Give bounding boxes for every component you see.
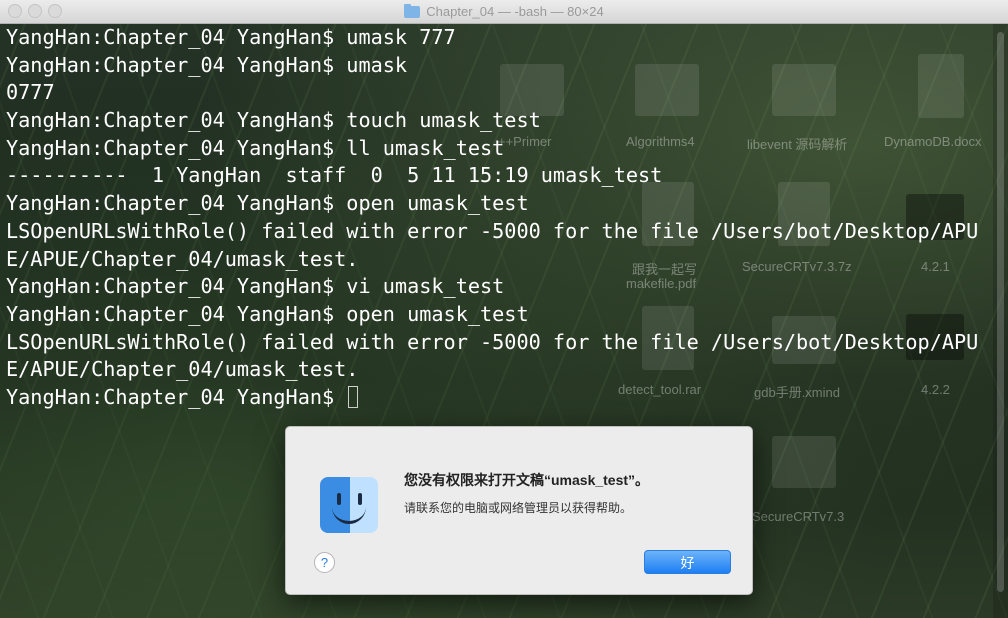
finder-eye-right: [358, 493, 362, 505]
terminal-line: 0777: [6, 80, 55, 105]
ok-button[interactable]: 好: [644, 550, 731, 574]
terminal-prompt-line[interactable]: YangHan:Chapter_04 YangHan$: [6, 384, 978, 412]
help-button[interactable]: ?: [314, 552, 335, 573]
dialog-title: 您没有权限来打开文稿“umask_test”。: [404, 472, 650, 488]
dialog-message: 请联系您的电脑或网络管理员以获得帮助。: [404, 501, 633, 515]
terminal-line: YangHan:Chapter_04 YangHan$ ll umask_tes…: [6, 135, 505, 160]
terminal-line: ---------- 1 YangHan staff 0 5 11 15:19 …: [6, 163, 663, 188]
finder-icon: [320, 477, 378, 533]
terminal-output: YangHan:Chapter_04 YangHan$ umask 777 Ya…: [6, 24, 978, 412]
finder-smile: [332, 507, 366, 524]
finder-eye-left: [337, 493, 341, 505]
terminal-line: YangHan:Chapter_04 YangHan$ open umask_t…: [6, 191, 529, 216]
window-title-area: Chapter_04 — -bash — 80×24: [0, 0, 1008, 23]
desktop-item-label: SecureCRTv7.3: [752, 509, 845, 524]
terminal-line: LSOpenURLsWithRole() failed with error -…: [6, 329, 979, 354]
window-titlebar: Chapter_04 — -bash — 80×24: [0, 0, 1008, 24]
terminal-line: YangHan:Chapter_04 YangHan$ umask: [6, 52, 408, 77]
scrollbar-thumb[interactable]: [997, 32, 1004, 592]
terminal-line: YangHan:Chapter_04 YangHan$ vi umask_tes…: [6, 274, 505, 299]
window-title: Chapter_04 — -bash — 80×24: [426, 4, 604, 19]
terminal-line: YangHan:Chapter_04 YangHan$ touch umask_…: [6, 108, 541, 133]
folder-icon: [772, 436, 836, 488]
folder-icon: [404, 3, 421, 18]
terminal-cursor: [348, 385, 359, 408]
terminal-prompt: YangHan:Chapter_04 YangHan$: [6, 384, 347, 409]
permission-alert-dialog: 您没有权限来打开文稿“umask_test”。 请联系您的电脑或网络管理员以获得…: [285, 426, 753, 595]
terminal-line: YangHan:Chapter_04 YangHan$ umask 777: [6, 25, 456, 49]
terminal-line: YangHan:Chapter_04 YangHan$ open umask_t…: [6, 301, 529, 326]
terminal-line: E/APUE/Chapter_04/umask_test.: [6, 246, 359, 271]
terminal-line: E/APUE/Chapter_04/umask_test.: [6, 357, 359, 382]
terminal-line: LSOpenURLsWithRole() failed with error -…: [6, 218, 979, 243]
terminal-scrollbar[interactable]: [993, 24, 1008, 618]
